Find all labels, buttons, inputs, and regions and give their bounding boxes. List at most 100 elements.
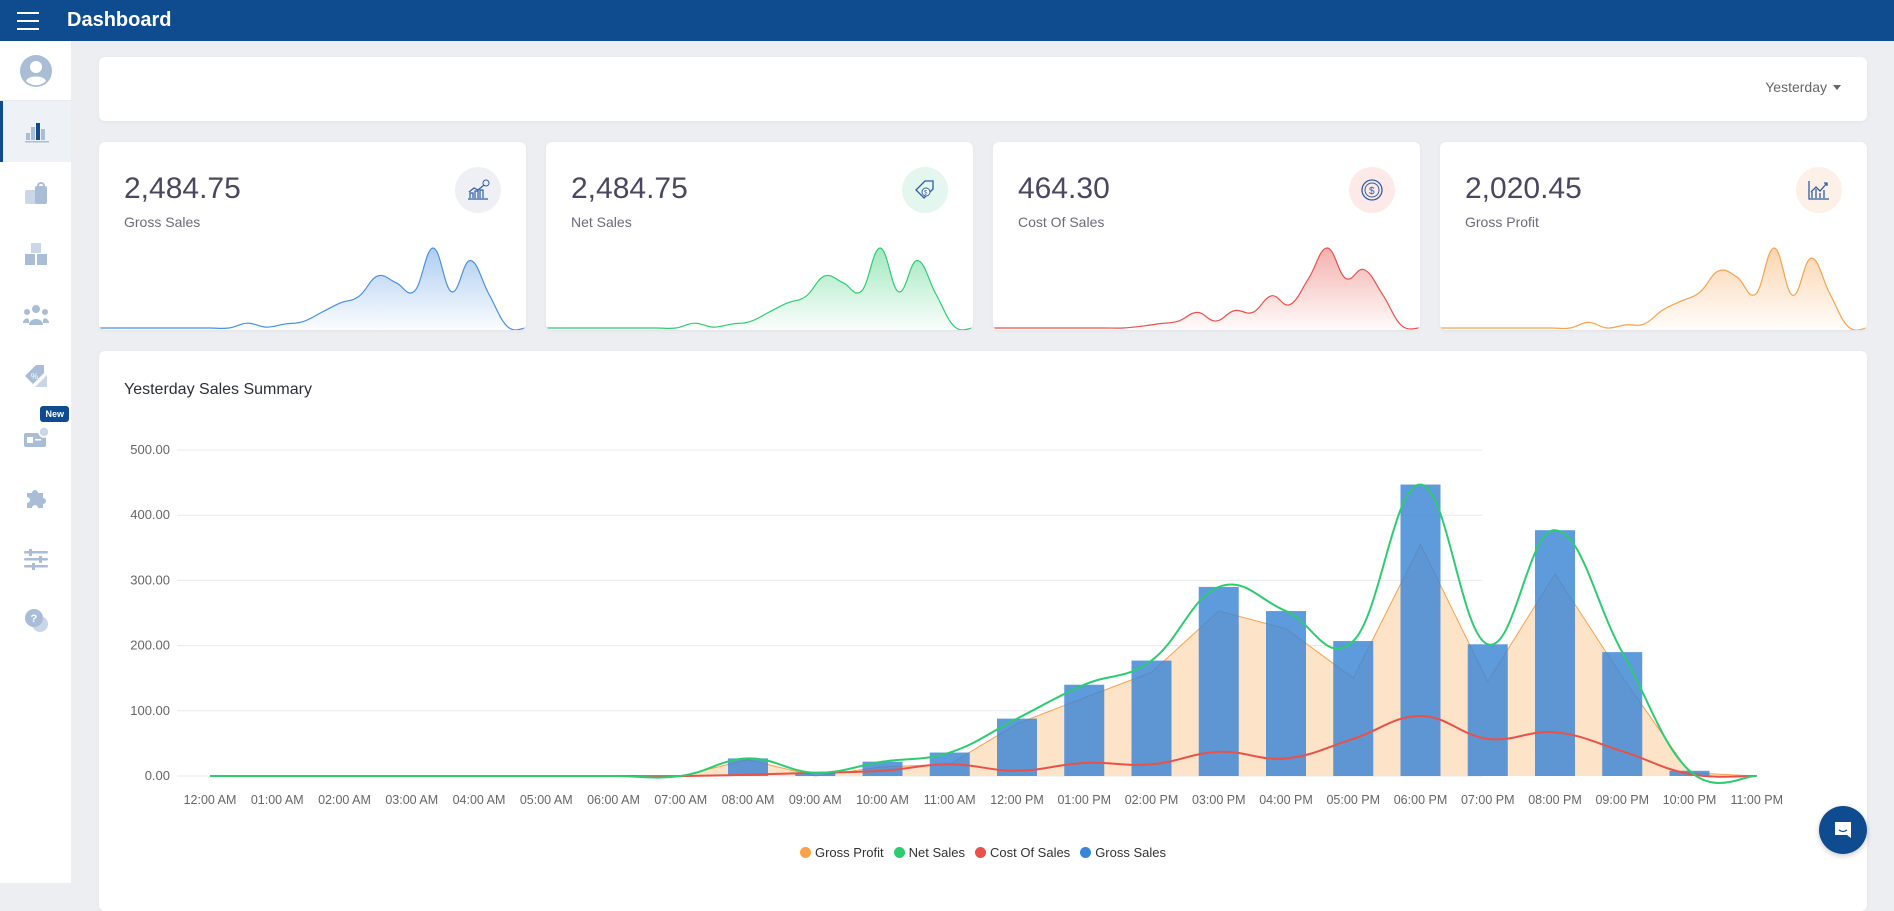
gross-sales-sparkline <box>99 247 526 330</box>
x-tick-label: 02:00 PM <box>1125 793 1179 807</box>
chat-icon <box>1835 822 1851 838</box>
stat-value: 2,484.75 <box>124 172 241 205</box>
legend-label: Gross Profit <box>814 845 884 860</box>
discount-tag-icon: % <box>24 364 47 387</box>
y-tick-label: 0.00 <box>145 768 170 783</box>
x-tick-label: 03:00 AM <box>385 793 438 807</box>
sidebar-user-avatar[interactable] <box>0 41 71 101</box>
x-tick-label: 11:00 AM <box>924 793 976 807</box>
x-tick-label: 01:00 PM <box>1057 793 1111 807</box>
x-tick-label: 05:00 AM <box>520 793 573 807</box>
y-tick-label: 200.00 <box>130 638 170 653</box>
gross-sales-bar[interactable] <box>1333 641 1374 776</box>
x-tick-label: 06:00 PM <box>1394 793 1448 807</box>
gross-sales-bar[interactable] <box>1131 660 1172 776</box>
legend-label: Cost Of Sales <box>989 845 1071 860</box>
sidebar-item-customers[interactable] <box>0 284 71 345</box>
x-tick-label: 07:00 PM <box>1461 793 1515 807</box>
new-badge: New <box>40 406 69 422</box>
x-tick-label: 10:00 AM <box>856 793 909 807</box>
x-tick-label: 02:00 AM <box>318 793 371 807</box>
chat-support-button[interactable] <box>1819 806 1867 854</box>
user-avatar-icon <box>19 54 52 87</box>
svg-text:%: % <box>31 372 38 381</box>
sidebar-item-integrations[interactable] <box>0 467 71 528</box>
legend-cost-of-sales[interactable]: Cost Of Sales <box>974 845 1071 860</box>
sidebar-item-settings[interactable] <box>0 528 71 589</box>
legend-label: Net Sales <box>908 845 965 860</box>
stat-value: 2,020.45 <box>1465 172 1582 205</box>
x-tick-label: 04:00 AM <box>453 793 506 807</box>
sales-summary-card: Yesterday Sales Summary 0.00 100.00 200.00… <box>99 351 1867 911</box>
gross-sales-bar[interactable] <box>1467 644 1508 776</box>
gross-sales-bar[interactable] <box>1400 484 1441 776</box>
sliders-icon <box>23 548 48 570</box>
y-tick-label: 300.00 <box>130 572 170 587</box>
sidebar: % New ? <box>0 41 71 883</box>
gross-sales-bar[interactable] <box>1266 611 1306 776</box>
stat-card-gross-sales: 2,484.75 Gross Sales <box>99 142 526 330</box>
x-tick-label: 03:00 PM <box>1192 793 1246 807</box>
gross-sales-bar[interactable] <box>1535 530 1575 776</box>
growth-chart-icon <box>455 167 501 213</box>
puzzle-icon <box>26 489 46 508</box>
stat-value: 2,484.75 <box>571 172 688 205</box>
sidebar-item-loyalty[interactable]: New <box>0 406 71 467</box>
hamburger-menu-icon[interactable] <box>17 11 39 30</box>
users-icon <box>22 304 49 325</box>
stat-card-cost-of-sales: 464.30 Cost Of Sales $ <box>993 142 1420 330</box>
date-range-dropdown[interactable]: Yesterday <box>1765 79 1841 95</box>
net-sales-sparkline <box>546 247 973 330</box>
x-tick-label: 01:00 AM <box>251 793 304 807</box>
stat-card-gross-profit: 2,020.45 Gross Profit <box>1440 142 1867 330</box>
shopping-bag-icon <box>24 181 47 204</box>
sparkline-area <box>993 248 1420 330</box>
top-bar: Dashboard <box>0 0 1894 41</box>
x-tick-label: 06:00 AM <box>587 793 640 807</box>
stat-card-net-sales: 2,484.75 Net Sales $ <box>546 142 973 330</box>
sidebar-item-sales[interactable] <box>0 162 71 223</box>
x-tick-label: 07:00 AM <box>654 793 707 807</box>
y-tick-label: 400.00 <box>130 507 170 522</box>
id-card-icon <box>23 425 50 447</box>
coin-icon: $ <box>1349 167 1395 213</box>
y-tick-label: 500.00 <box>130 442 170 457</box>
x-tick-label: 09:00 AM <box>789 793 842 807</box>
cost-of-sales-sparkline <box>993 247 1420 330</box>
x-tick-label: 12:00 AM <box>184 793 237 807</box>
caret-down-icon <box>1833 84 1841 90</box>
legend-gross-profit[interactable]: Gross Profit <box>799 845 884 860</box>
date-range-value: Yesterday <box>1765 79 1827 95</box>
help-chat-icon: ? <box>24 608 48 632</box>
svg-text:?: ? <box>30 613 37 625</box>
line-chart-icon <box>1796 167 1842 213</box>
boxes-icon <box>24 242 47 265</box>
x-tick-label: 04:00 PM <box>1259 793 1313 807</box>
gross-sales-bar[interactable] <box>1602 652 1643 776</box>
sidebar-item-dashboard[interactable] <box>0 101 71 162</box>
sidebar-item-help[interactable]: ? <box>0 589 71 650</box>
legend-gross-sales[interactable]: Gross Sales <box>1080 845 1166 860</box>
x-tick-label: 12:00 PM <box>990 793 1044 807</box>
gross-sales-bar[interactable] <box>1198 586 1239 776</box>
x-tick-label: 08:00 AM <box>722 793 775 807</box>
x-tick-label: 11:00 PM <box>1730 793 1783 807</box>
legend-label: Gross Sales <box>1095 845 1166 860</box>
x-tick-label: 05:00 PM <box>1326 793 1380 807</box>
y-tick-label: 100.00 <box>130 703 170 718</box>
stat-value: 464.30 <box>1018 172 1110 205</box>
bar-chart-icon <box>25 122 49 142</box>
gross-profit-sparkline <box>1440 247 1867 330</box>
x-tick-label: 10:00 PM <box>1663 793 1717 807</box>
svg-text:$: $ <box>1369 186 1375 197</box>
filter-bar: Yesterday <box>99 57 1867 121</box>
x-tick-label: 09:00 PM <box>1595 793 1649 807</box>
page-title: Dashboard <box>67 9 172 31</box>
sidebar-item-inventory[interactable] <box>0 223 71 284</box>
chart-legend: Gross Profit Net Sales Cost Of Sales Gro… <box>99 845 1867 860</box>
price-tag-icon: $ <box>902 167 948 213</box>
x-tick-label: 08:00 PM <box>1528 793 1582 807</box>
sales-summary-chart: 0.00 100.00 200.00 300.00 400.00 500.00 12:00 … <box>130 442 1783 807</box>
sidebar-item-discounts[interactable]: % <box>0 345 71 406</box>
legend-net-sales[interactable]: Net Sales <box>893 845 965 860</box>
